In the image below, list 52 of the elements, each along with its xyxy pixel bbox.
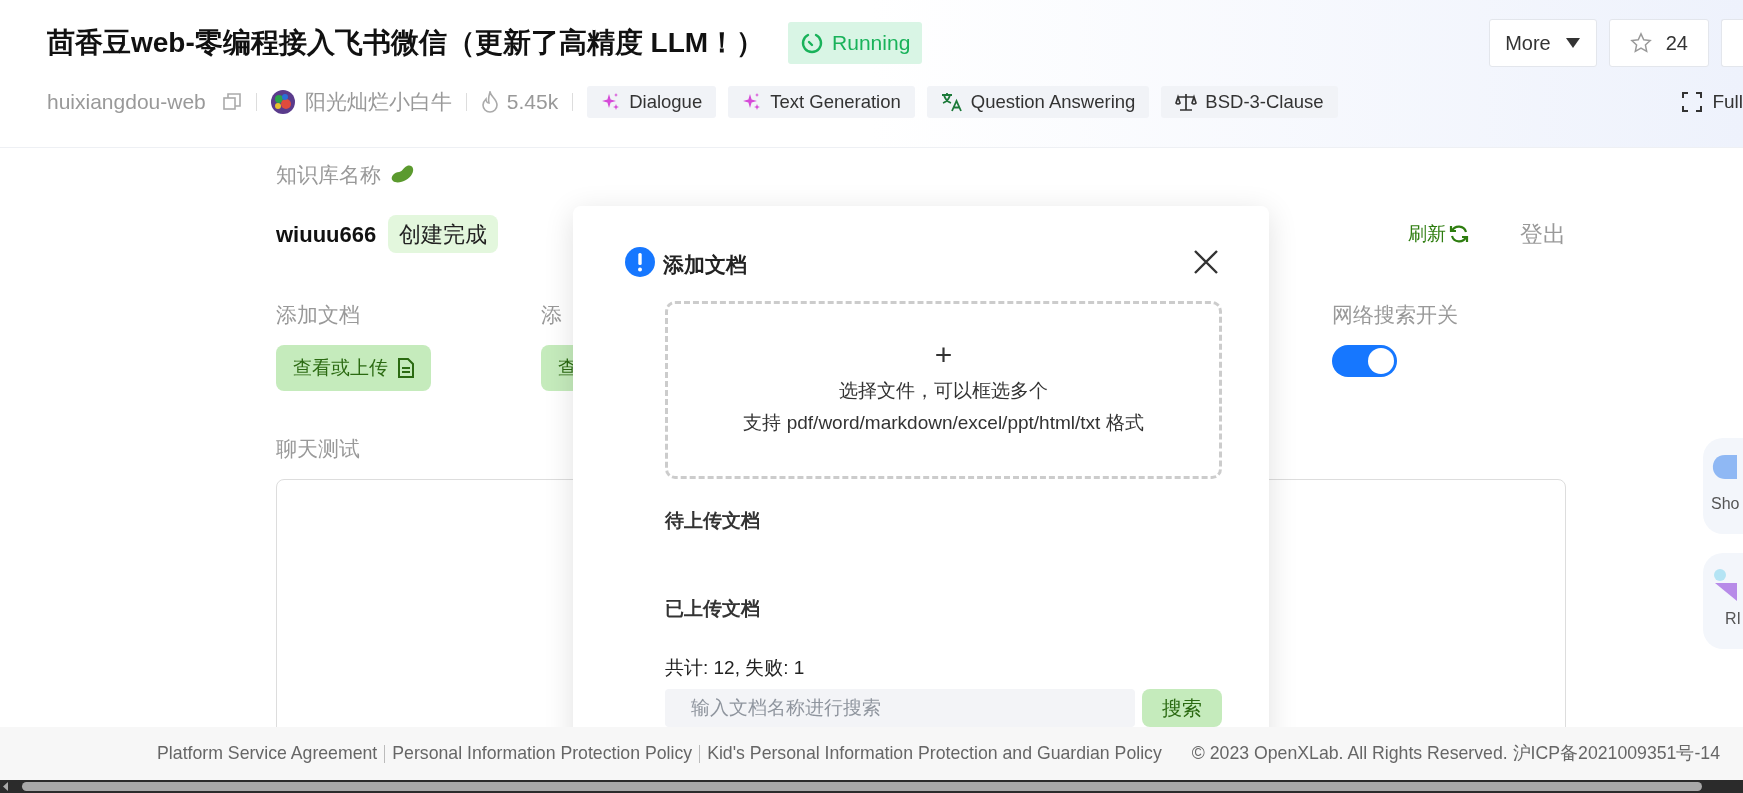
plus-icon: + bbox=[934, 340, 953, 370]
section-heading: 待上传文档 bbox=[665, 509, 761, 533]
flame-icon bbox=[480, 91, 499, 113]
footer-link[interactable]: Platform Service Agreement bbox=[157, 740, 378, 767]
copy-icon bbox=[221, 92, 242, 112]
scale-icon bbox=[1175, 92, 1198, 112]
repo-name: huixiangdou-web bbox=[47, 89, 206, 116]
file-dropzone[interactable]: + 选择文件，可以框选多个 支持 pdf/word/markdown/excel/ppt/html/txt 格式 bbox=[665, 301, 1222, 479]
section-label: 网络搜索开关 bbox=[1332, 302, 1459, 328]
side-card[interactable]: RI bbox=[1703, 553, 1743, 649]
section-label: 聊天测试 bbox=[276, 436, 360, 462]
tag[interactable]: Text Generation bbox=[728, 86, 915, 118]
copyright-text: © 2023 OpenXLab. All Rights Reserved. 沪ICP备2021009351号-14 bbox=[1191, 742, 1720, 766]
star-button[interactable]: 24 bbox=[1608, 19, 1709, 67]
search-button[interactable]: 搜索 bbox=[1142, 689, 1222, 727]
footer-link[interactable]: Kid's Personal Information Protection and Guardian Policy bbox=[707, 740, 1162, 767]
section-label: 添 bbox=[541, 302, 563, 328]
translate-icon bbox=[940, 92, 963, 112]
star-icon bbox=[1629, 32, 1652, 54]
refresh-icon bbox=[1448, 224, 1470, 244]
section-label: 添加文档 bbox=[276, 302, 361, 328]
field-label: 知识库名称 bbox=[276, 162, 381, 189]
close-button[interactable] bbox=[1193, 249, 1219, 275]
toggle-switch[interactable] bbox=[1332, 345, 1397, 377]
footer-link[interactable]: Personal Information Protection Policy bbox=[392, 740, 693, 767]
dialog-title: 添加文档 bbox=[663, 252, 747, 279]
tag[interactable]: BSD-3-Clause bbox=[1161, 86, 1338, 118]
heat-count: 5.45k bbox=[506, 89, 559, 116]
fullscreen-icon bbox=[1682, 92, 1703, 112]
tag[interactable]: Dialogue bbox=[587, 86, 717, 118]
side-card[interactable]: Sho bbox=[1703, 438, 1743, 534]
search-field[interactable]: 输入文档名称进行搜索 bbox=[665, 689, 1135, 727]
avatar-icon bbox=[270, 90, 295, 114]
section-heading: 已上传文档 bbox=[665, 597, 761, 621]
refresh-button[interactable]: 刷新 bbox=[1408, 219, 1470, 249]
info-icon bbox=[625, 247, 655, 277]
gem-icon bbox=[1711, 567, 1737, 603]
status-badge: 创建完成 bbox=[388, 215, 499, 253]
dropzone-hint: 支持 pdf/word/markdown/excel/ppt/html/txt 格式 bbox=[743, 411, 1144, 435]
more-button[interactable]: More bbox=[1489, 19, 1597, 67]
knowledge-base-name: wiuuu666 bbox=[276, 220, 377, 249]
tag[interactable]: Question Answering bbox=[926, 86, 1150, 118]
spinner-icon bbox=[800, 31, 825, 55]
document-icon bbox=[398, 358, 414, 378]
upload-summary: 共计: 12, 失败: 1 bbox=[665, 656, 806, 680]
upload-button[interactable]: 查看或上传 bbox=[276, 345, 431, 391]
fullscreen-button[interactable]: Full bbox=[1682, 87, 1743, 117]
dropzone-hint: 选择文件，可以框选多个 bbox=[839, 379, 1048, 403]
author-name: 阳光灿烂小白牛 bbox=[304, 89, 452, 116]
project-title: 茴香豆web-零编程接入飞书微信（更新了高精度 LLM！） bbox=[47, 26, 765, 60]
status-badge: Running bbox=[788, 22, 923, 64]
caret-icon bbox=[1564, 37, 1581, 49]
